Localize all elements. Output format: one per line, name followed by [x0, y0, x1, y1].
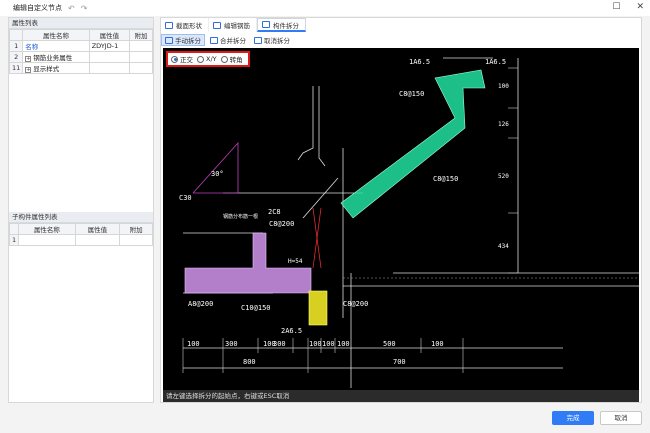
- table-row[interactable]: 11 + 显示样式: [8, 62, 154, 74]
- dim-total: 800: [243, 358, 256, 366]
- redo-icon[interactable]: ↷: [81, 4, 88, 13]
- section-icon: [165, 21, 173, 29]
- tab-edit-rebar[interactable]: 编辑钢筋: [209, 18, 257, 32]
- rebar-icon: [213, 21, 221, 29]
- maximize-icon[interactable]: ☐: [612, 2, 620, 12]
- close-icon[interactable]: ✕: [636, 2, 644, 12]
- sub-panel-title: 子构件属性列表: [9, 212, 153, 223]
- header-idx: [8, 223, 20, 235]
- attr-extra[interactable]: [128, 40, 154, 52]
- dim-bottom: 100: [187, 340, 200, 348]
- label-dim-v4: 434: [498, 243, 509, 250]
- header-idx: [8, 29, 24, 41]
- table-row[interactable]: 2 + 钢筋业务属性: [8, 51, 154, 63]
- label-c8-200a: C8@200: [269, 220, 294, 228]
- label-angle: 30°: [211, 170, 224, 178]
- dim-bottom: 300: [225, 340, 238, 348]
- toolbar: 手动拆分 合并拆分 取消拆分: [161, 34, 293, 46]
- dim-bottom: 100: [322, 340, 335, 348]
- attr-value[interactable]: [88, 62, 130, 74]
- dim-bottom: 100: [337, 340, 350, 348]
- title-bar: 编辑自定义节点 ↶ ↷ ☐ ✕: [0, 0, 650, 16]
- tab-split[interactable]: 构件拆分: [257, 18, 306, 32]
- dim-bottom: 500: [383, 340, 396, 348]
- table-row[interactable]: 1: [8, 234, 153, 246]
- label-note: 钢筋分布筋一根: [223, 213, 258, 220]
- label-top2: 1A6.5: [485, 58, 506, 66]
- label-dim-v1: 100: [498, 83, 509, 90]
- tab-bar: 截面形状 编辑钢筋 构件拆分: [161, 18, 306, 32]
- merge-split-button[interactable]: 合并拆分: [207, 34, 249, 46]
- attr-name: + 钢筋业务属性: [22, 51, 90, 63]
- label-hs: H=54: [288, 258, 303, 265]
- label-2c8: 2C8: [268, 208, 281, 216]
- label-dim-v2: 126: [498, 121, 509, 128]
- undo-icon[interactable]: ↶: [68, 4, 75, 13]
- label-c8-150b: C8@150: [433, 175, 458, 183]
- table-row[interactable]: 1 名称 ZDYJD-1: [8, 40, 154, 52]
- sub-extra[interactable]: [119, 234, 153, 246]
- dim-bottom: 100: [309, 340, 322, 348]
- attr-extra[interactable]: [128, 62, 154, 74]
- attr-name: 名称: [22, 40, 90, 52]
- label-c30: C30: [179, 194, 192, 202]
- expand-icon[interactable]: +: [25, 56, 32, 62]
- attr-value[interactable]: [88, 51, 130, 63]
- right-pane: 截面形状 编辑钢筋 构件拆分 手动拆分 合并拆分 取消拆分 正交 X/Y 转角: [160, 17, 642, 403]
- sub-table: 属性名称 属性值 附加 1: [8, 223, 153, 246]
- drawing-canvas[interactable]: 正交 X/Y 转角 1A6.5 1A6.5 C8@150 C8@150 C30 …: [163, 48, 639, 390]
- header-name: 属性名称: [22, 29, 90, 41]
- sub-name[interactable]: [18, 234, 76, 246]
- attr-extra[interactable]: [128, 51, 154, 63]
- attr-panel-title: 属性列表: [9, 18, 153, 29]
- sub-panel: 子构件属性列表 属性名称 属性值 附加 1: [8, 212, 153, 246]
- radio-rotate[interactable]: 转角: [220, 54, 243, 64]
- header-extra: 附加: [128, 29, 154, 41]
- label-top1: 1A6.5: [409, 58, 430, 66]
- dim-bottom: 300: [273, 340, 286, 348]
- structure-drawing: 1A6.5 1A6.5 C8@150 C8@150 C30 C8@200 2C8…: [179, 57, 639, 388]
- header-value: 属性值: [88, 29, 130, 41]
- dim-bottom: 100: [431, 340, 444, 348]
- label-c8-200b: C8@200: [343, 300, 368, 308]
- manual-split-icon: [165, 36, 173, 44]
- dim-total: 700: [393, 358, 406, 366]
- snap-mode-group: 正交 X/Y 转角: [166, 51, 250, 67]
- expand-icon[interactable]: +: [25, 67, 32, 73]
- window-title: 编辑自定义节点: [13, 4, 62, 12]
- label-a65: 2A6.5: [281, 327, 302, 335]
- manual-split-button[interactable]: 手动拆分: [161, 34, 205, 46]
- left-pane: 属性列表 属性名称 属性值 附加 1 名称 ZDYJD-1 2 +钢筋业务属性: [8, 17, 154, 403]
- header-name: 属性名称: [18, 223, 76, 235]
- cancel-split-icon: [254, 36, 262, 44]
- sub-value[interactable]: [74, 234, 121, 246]
- radio-xy[interactable]: X/Y: [197, 55, 217, 63]
- attr-table: 属性名称 属性值 附加 1 名称 ZDYJD-1 2 + 钢筋业务属性 11 + 显…: [8, 29, 154, 74]
- merge-icon: [210, 36, 218, 44]
- tab-section-shape[interactable]: 截面形状: [161, 18, 209, 32]
- header-extra: 附加: [119, 223, 153, 235]
- cancel-button[interactable]: 取消: [600, 411, 642, 425]
- header-value: 属性值: [74, 223, 121, 235]
- label-c8-150a: C8@150: [399, 90, 424, 98]
- cancel-split-button[interactable]: 取消拆分: [251, 34, 293, 46]
- attr-value-input[interactable]: ZDYJD-1: [88, 40, 130, 52]
- dialog-window: 编辑自定义节点 ↶ ↷ ☐ ✕ 属性列表 属性名称 属性值 附加 1 名称 ZD…: [0, 0, 650, 433]
- attr-name: + 显示样式: [22, 62, 90, 74]
- split-icon: [262, 21, 270, 28]
- label-a8: A8@200: [188, 300, 213, 308]
- status-bar: 请左键选择拆分的起始点，右键或ESC取消: [163, 390, 639, 402]
- label-dim-v3: 520: [498, 173, 509, 180]
- label-c10: C10@150: [241, 304, 271, 312]
- finish-button[interactable]: 完成: [552, 411, 594, 425]
- radio-orth[interactable]: 正交: [171, 54, 193, 64]
